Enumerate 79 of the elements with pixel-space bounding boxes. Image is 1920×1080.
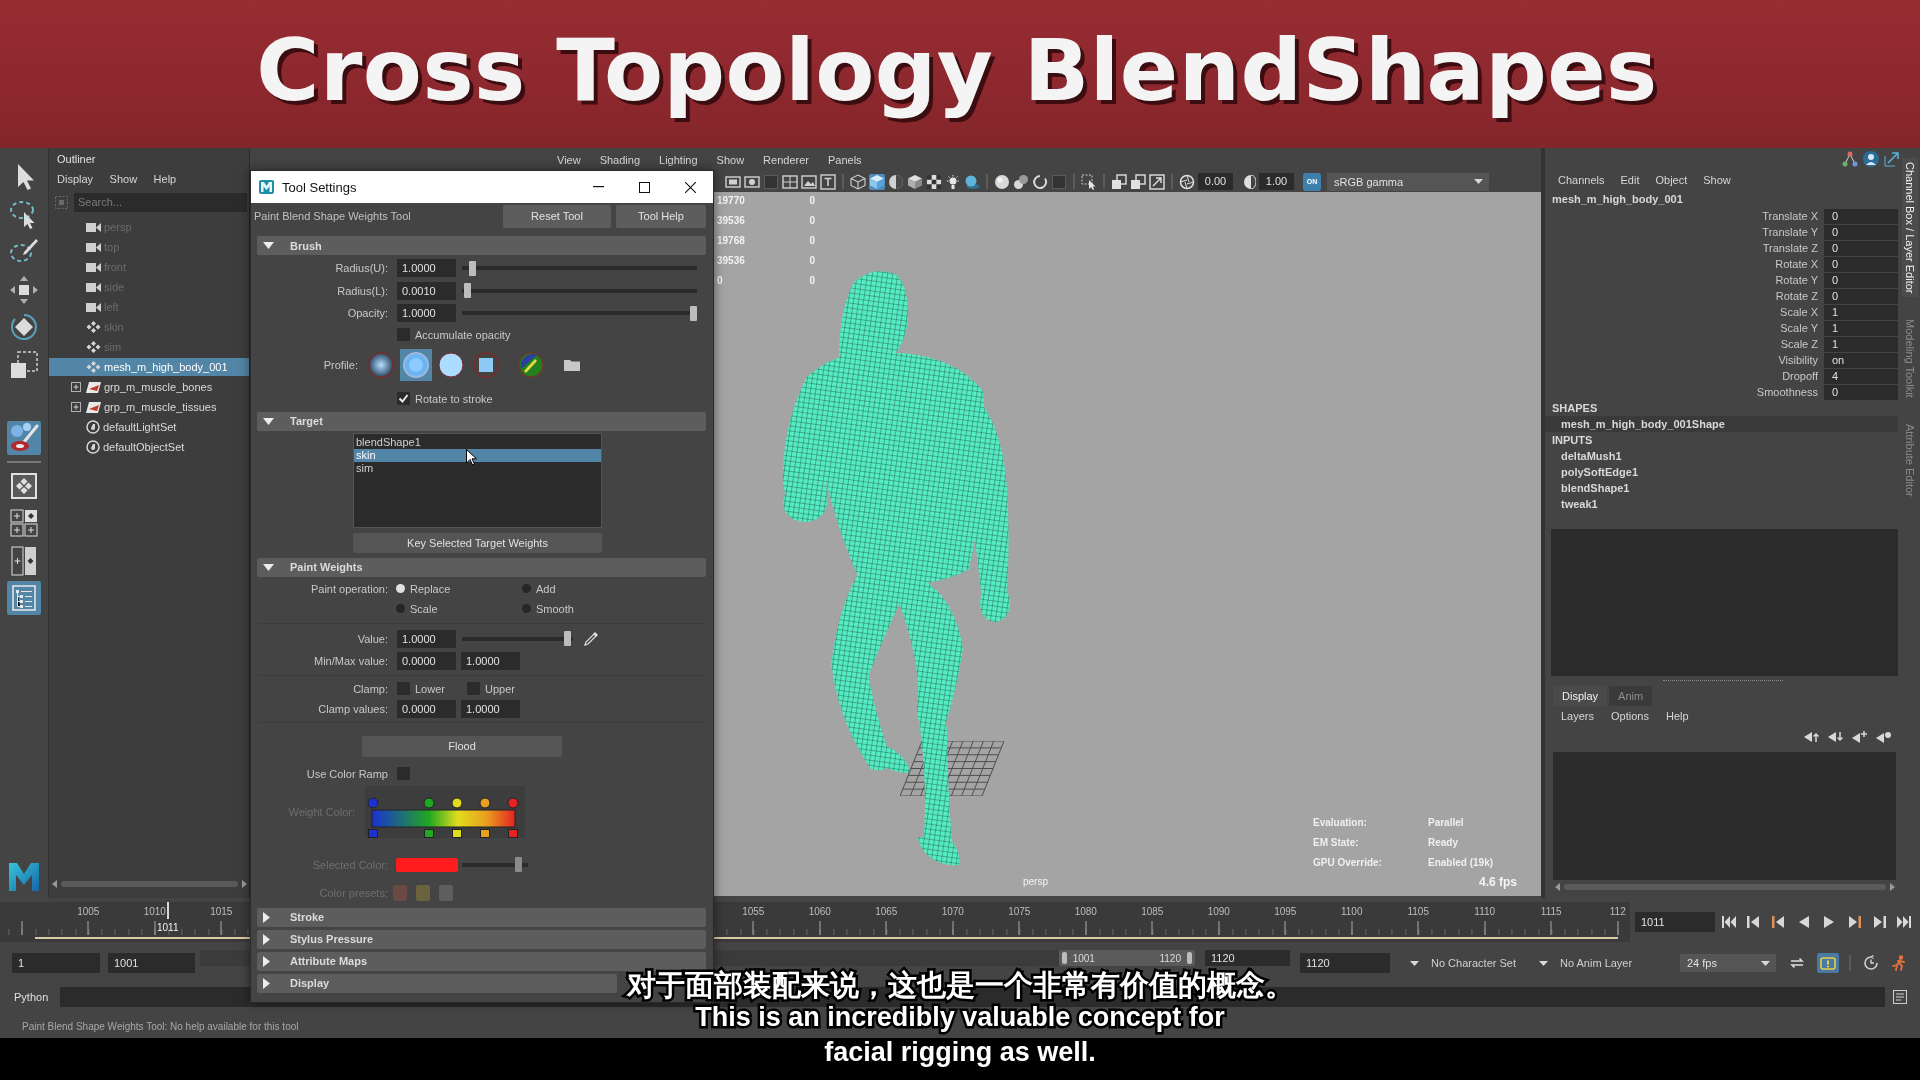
- subtitle-text: 对于面部装配来说，这也是一个非常有价值的概念。: [626, 971, 1294, 1000]
- subtitle-text: facial rigging as well.: [824, 1036, 1096, 1069]
- field-label: Profile:: [322, 358, 358, 371]
- channel-label: Translate Z: [1762, 242, 1819, 254]
- window-title: Tool Settings: [282, 179, 357, 195]
- frame-number: 1095: [1274, 905, 1297, 917]
- poly-count: 0: [809, 214, 815, 226]
- field-label: Value:: [356, 632, 388, 645]
- help-line-text: Paint Blend Shape Weights Tool: No help available for this tool: [22, 1020, 299, 1032]
- section-heading: INPUTS: [1552, 434, 1593, 446]
- frame-number: 1005: [77, 905, 100, 917]
- field-label: Paint operation:: [309, 582, 388, 595]
- poly-count: 0: [809, 274, 815, 286]
- hud-value: Parallel: [1428, 816, 1464, 828]
- field-label: Radius(L):: [336, 284, 388, 297]
- hud-value: Enabled (19k): [1428, 856, 1494, 868]
- frame-number: 1010: [143, 905, 166, 917]
- banner-title: Cross Topology BlendShapes: [255, 19, 1659, 123]
- field-label: Min/Max value:: [313, 654, 388, 667]
- poly-count: 0: [809, 254, 815, 266]
- radio-label: Scale: [410, 602, 438, 615]
- frame-number: 1075: [1008, 905, 1031, 917]
- frame-number: 1060: [808, 905, 831, 917]
- field-label: Opacity:: [346, 307, 388, 320]
- range-label: 1001: [1072, 952, 1095, 964]
- channel-label: Scale Y: [1780, 322, 1819, 334]
- channel-label: Translate X: [1762, 210, 1819, 222]
- checkbox-label: Lower: [415, 682, 445, 695]
- radio-label: Smooth: [536, 602, 574, 615]
- frame-number: 1015: [210, 905, 233, 917]
- channel-label: Translate Y: [1762, 226, 1819, 238]
- field-label: Use Color Ramp: [305, 767, 388, 780]
- channel-label: Scale X: [1780, 306, 1819, 318]
- field-label: Clamp:: [352, 682, 388, 695]
- field-label: Radius(U):: [334, 262, 388, 275]
- frame-number: 1100: [1341, 905, 1363, 917]
- frame-number: 1080: [1074, 905, 1097, 917]
- field-label: Clamp values:: [317, 702, 388, 715]
- camera-name: persp: [1023, 876, 1048, 887]
- frame-number: 1055: [742, 905, 765, 917]
- frame-number: 1110: [1474, 905, 1496, 917]
- tool-name: Paint Blend Shape Weights Tool: [253, 210, 411, 222]
- frame-number: 1090: [1207, 905, 1230, 917]
- poly-count: 39536: [717, 254, 745, 266]
- poly-count: 39536: [717, 214, 745, 226]
- poly-count: 0: [717, 274, 723, 286]
- range-label: 1120: [1159, 952, 1181, 964]
- checkbox-label: Accumulate opacity: [415, 328, 511, 341]
- poly-count: 0: [809, 234, 815, 246]
- channel-label: Dropoff: [1782, 370, 1819, 382]
- frame-number: 1085: [1141, 905, 1164, 917]
- poly-count: 19770: [717, 194, 745, 206]
- checkbox-label: Rotate to stroke: [415, 392, 493, 405]
- frame-number: 1105: [1407, 905, 1429, 917]
- checkbox-label: Upper: [485, 682, 515, 695]
- channel-label: Visibility: [1778, 354, 1819, 366]
- channel-label: Rotate X: [1775, 258, 1819, 270]
- subtitle-text: This is an incredibly valuable concept for: [695, 1001, 1225, 1034]
- frame-number: 1065: [875, 905, 898, 917]
- radio-label: Replace: [410, 582, 451, 595]
- frame-number: 112: [1609, 905, 1626, 917]
- hud-label: EM State:: [1313, 836, 1359, 848]
- channel-label: Scale Z: [1780, 338, 1819, 350]
- fps-readout: 4.6 fps: [1479, 875, 1517, 889]
- channel-label: Rotate Z: [1775, 290, 1819, 302]
- poly-count: 19768: [717, 234, 745, 246]
- hud-label: GPU Override:: [1313, 856, 1382, 868]
- section-heading: SHAPES: [1552, 402, 1598, 414]
- panel-title: Outliner: [57, 153, 96, 165]
- frame-number: 1115: [1540, 905, 1562, 917]
- channel-label: Smoothness: [1756, 386, 1819, 398]
- radio-label: Add: [536, 582, 556, 595]
- current-frame-label: 1011: [156, 922, 179, 933]
- channel-label: Rotate Y: [1775, 274, 1819, 286]
- hud-label: Evaluation:: [1313, 816, 1367, 828]
- hud-value: Ready: [1428, 836, 1458, 848]
- poly-count: 0: [809, 194, 815, 206]
- frame-number: 1070: [941, 905, 964, 917]
- object-name: mesh_m_high_body_001: [1552, 193, 1683, 205]
